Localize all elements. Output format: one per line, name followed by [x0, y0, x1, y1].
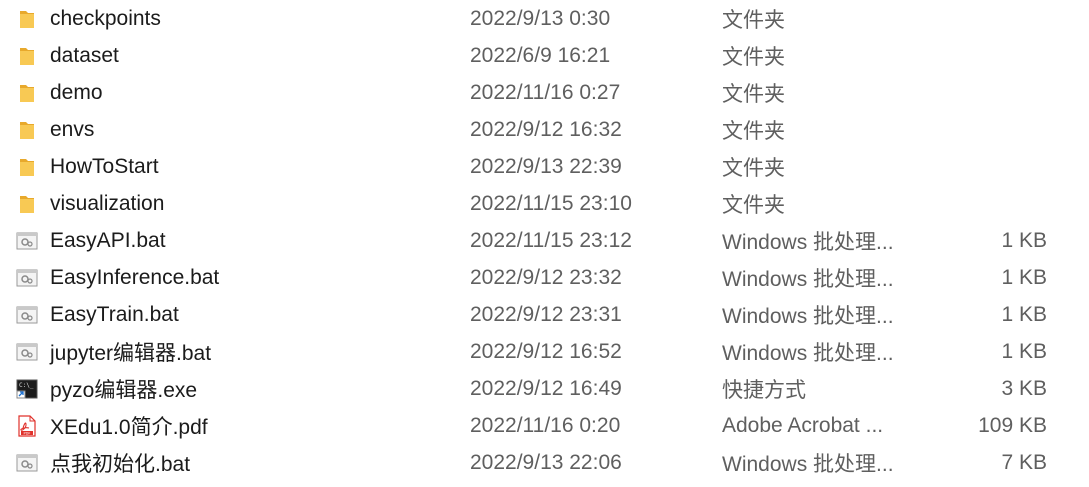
file-row[interactable]: EasyTrain.bat 2022/9/12 23:31 Windows 批处…: [0, 296, 1089, 333]
file-date: 2022/9/13 22:39: [470, 154, 622, 178]
file-type: 文件夹: [722, 8, 785, 32]
svg-text:C:\_: C:\_: [19, 382, 34, 389]
batch-file-icon: [16, 267, 38, 289]
file-date: 2022/11/16 0:20: [470, 413, 621, 437]
file-date: 2022/9/12 16:52: [470, 339, 622, 363]
file-date: 2022/11/15 23:10: [470, 191, 632, 215]
folder-icon: [16, 45, 38, 67]
file-type: 快捷方式: [722, 378, 806, 402]
file-row[interactable]: PDF XEdu1.0简介.pdf 2022/11/16 0:20 Adobe …: [0, 407, 1089, 444]
file-row[interactable]: envs 2022/9/12 16:32 文件夹: [0, 111, 1089, 148]
folder-icon: [16, 119, 38, 141]
file-row[interactable]: 点我初始化.bat 2022/9/13 22:06 Windows 批处理...…: [0, 444, 1089, 481]
file-name[interactable]: pyzo编辑器.exe: [50, 374, 197, 404]
file-row[interactable]: C:\_ pyzo编辑器.exe 2022/9/12 16:49 快捷方式 3 …: [0, 370, 1089, 407]
file-date: 2022/9/12 23:31: [470, 302, 622, 326]
file-size: 1 KB: [1001, 228, 1047, 252]
file-row[interactable]: demo 2022/11/16 0:27 文件夹: [0, 74, 1089, 111]
file-date: 2022/9/12 16:32: [470, 117, 622, 141]
file-name[interactable]: 点我初始化.bat: [50, 448, 190, 478]
file-date: 2022/9/12 23:32: [470, 265, 622, 289]
batch-file-icon: [16, 452, 38, 474]
folder-icon: [16, 156, 38, 178]
file-type: Windows 批处理...: [722, 267, 894, 291]
file-name[interactable]: checkpoints: [50, 7, 161, 31]
file-date: 2022/11/16 0:27: [470, 80, 621, 104]
file-size: 1 KB: [1001, 302, 1047, 326]
file-name[interactable]: XEdu1.0简介.pdf: [50, 411, 208, 441]
file-date: 2022/9/13 22:06: [470, 450, 622, 474]
svg-text:PDF: PDF: [23, 431, 30, 435]
file-type: Windows 批处理...: [722, 230, 894, 254]
file-size: 1 KB: [1001, 339, 1047, 363]
file-name[interactable]: jupyter编辑器.bat: [50, 337, 211, 367]
batch-file-icon: [16, 341, 38, 363]
file-type: 文件夹: [722, 82, 785, 106]
file-row[interactable]: EasyInference.bat 2022/9/12 23:32 Window…: [0, 259, 1089, 296]
file-type: 文件夹: [722, 156, 785, 180]
file-row[interactable]: dataset 2022/6/9 16:21 文件夹: [0, 37, 1089, 74]
file-name[interactable]: EasyInference.bat: [50, 266, 219, 290]
pdf-file-icon: PDF: [16, 414, 38, 437]
file-size: 7 KB: [1001, 450, 1047, 474]
file-type: 文件夹: [722, 119, 785, 143]
folder-icon: [16, 82, 38, 104]
file-name[interactable]: visualization: [50, 192, 164, 216]
file-type: Windows 批处理...: [722, 304, 894, 328]
file-row[interactable]: EasyAPI.bat 2022/11/15 23:12 Windows 批处理…: [0, 222, 1089, 259]
folder-icon: [16, 193, 38, 215]
file-name[interactable]: dataset: [50, 44, 119, 68]
file-name[interactable]: envs: [50, 118, 94, 142]
batch-file-icon: [16, 304, 38, 326]
file-date: 2022/9/13 0:30: [470, 6, 611, 30]
file-name[interactable]: HowToStart: [50, 155, 159, 179]
file-row[interactable]: jupyter编辑器.bat 2022/9/12 16:52 Windows 批…: [0, 333, 1089, 370]
file-size: 3 KB: [1001, 376, 1047, 400]
file-date: 2022/6/9 16:21: [470, 43, 611, 67]
file-row[interactable]: HowToStart 2022/9/13 22:39 文件夹: [0, 148, 1089, 185]
shortcut-console-icon: C:\_: [16, 378, 38, 400]
file-list: checkpoints 2022/9/13 0:30 文件夹 dataset 2…: [0, 0, 1089, 487]
file-name[interactable]: EasyTrain.bat: [50, 303, 179, 327]
file-name[interactable]: demo: [50, 81, 103, 105]
file-type: Adobe Acrobat ...: [722, 413, 884, 437]
file-size: 109 KB: [978, 413, 1047, 437]
file-date: 2022/11/15 23:12: [470, 228, 632, 252]
file-date: 2022/9/12 16:49: [470, 376, 622, 400]
file-name[interactable]: EasyAPI.bat: [50, 229, 166, 253]
file-row[interactable]: visualization 2022/11/15 23:10 文件夹: [0, 185, 1089, 222]
file-type: 文件夹: [722, 45, 785, 69]
file-row[interactable]: checkpoints 2022/9/13 0:30 文件夹: [0, 0, 1089, 37]
file-type: Windows 批处理...: [722, 341, 894, 365]
file-size: 1 KB: [1001, 265, 1047, 289]
file-type: Windows 批处理...: [722, 452, 894, 476]
folder-icon: [16, 8, 38, 30]
batch-file-icon: [16, 230, 38, 252]
file-type: 文件夹: [722, 193, 785, 217]
